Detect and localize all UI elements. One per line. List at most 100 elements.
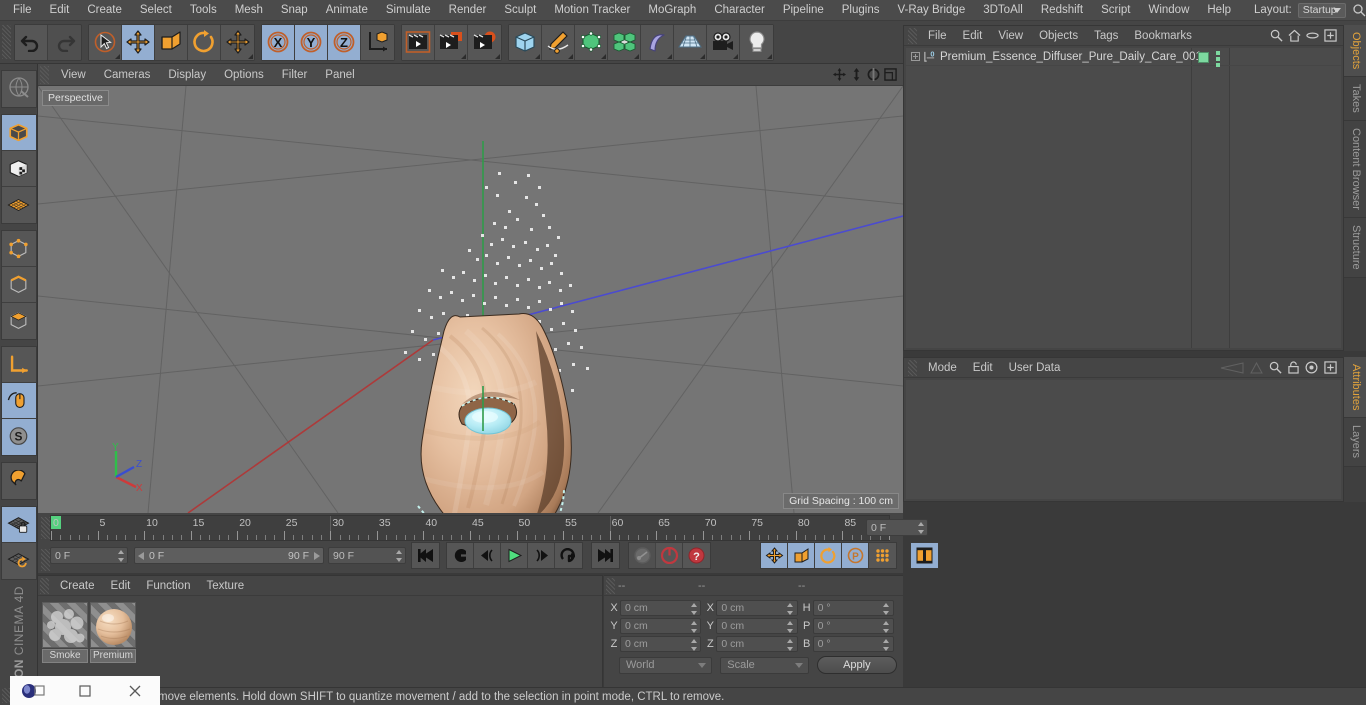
spinner-icon[interactable] bbox=[690, 603, 697, 615]
tab-layers[interactable]: Layers bbox=[1344, 418, 1366, 467]
cube-button[interactable] bbox=[509, 24, 542, 60]
maximize-icon[interactable] bbox=[60, 676, 110, 705]
menu-item-select[interactable]: Select bbox=[131, 0, 181, 21]
range-left-arrow-icon[interactable] bbox=[138, 551, 146, 560]
tab-attributes[interactable]: Attributes bbox=[1344, 357, 1366, 419]
polygons-mode-button[interactable] bbox=[1, 303, 36, 339]
render-settings-button[interactable] bbox=[468, 24, 501, 60]
tab-structure[interactable]: Structure bbox=[1344, 217, 1366, 278]
spinner-icon[interactable] bbox=[883, 603, 890, 615]
material-item-smoke[interactable]: Smoke bbox=[42, 602, 88, 663]
tab-objects[interactable]: Objects bbox=[1344, 25, 1366, 78]
apply-button[interactable]: Apply bbox=[816, 656, 897, 674]
dolly-view-icon[interactable] bbox=[850, 68, 863, 81]
spinner-icon[interactable] bbox=[117, 550, 124, 562]
spinner-icon[interactable] bbox=[395, 550, 402, 562]
spinner-icon[interactable] bbox=[917, 522, 924, 534]
floor-environment-button[interactable] bbox=[674, 24, 707, 60]
menu-item-redshift[interactable]: Redshift bbox=[1032, 0, 1092, 21]
scale-key-button[interactable] bbox=[788, 543, 815, 568]
pen-spline-button[interactable] bbox=[542, 24, 575, 60]
expand-toggle-icon[interactable] bbox=[911, 52, 920, 61]
coordinate-system-dropdown[interactable]: World bbox=[619, 656, 713, 674]
object-menu-objects[interactable]: Objects bbox=[1031, 26, 1086, 46]
tab-takes[interactable]: Takes bbox=[1344, 77, 1366, 122]
viewport-menu-options[interactable]: Options bbox=[215, 64, 273, 86]
rotate-view-icon[interactable] bbox=[867, 68, 880, 81]
menu-item-snap[interactable]: Snap bbox=[272, 0, 317, 21]
axis-x-button[interactable]: X bbox=[262, 24, 295, 60]
rotation-key-button[interactable] bbox=[815, 543, 842, 568]
menu-item-simulate[interactable]: Simulate bbox=[377, 0, 440, 21]
current-frame-field[interactable]: 0 F bbox=[866, 519, 928, 536]
spinner-icon[interactable] bbox=[690, 639, 697, 651]
frame-back-key-button[interactable] bbox=[447, 543, 474, 568]
attribute-menu-user-data[interactable]: User Data bbox=[1001, 358, 1069, 378]
menu-item-pipeline[interactable]: Pipeline bbox=[774, 0, 833, 21]
live-selection-button[interactable] bbox=[89, 24, 122, 60]
bend-deformer-button[interactable] bbox=[641, 24, 674, 60]
menu-item-mesh[interactable]: Mesh bbox=[226, 0, 272, 21]
record-active-objects-button[interactable] bbox=[629, 543, 656, 568]
menu-item-render[interactable]: Render bbox=[440, 0, 496, 21]
object-manager-grip[interactable] bbox=[908, 27, 917, 44]
menu-item-plugins[interactable]: Plugins bbox=[833, 0, 889, 21]
frame-back-button[interactable] bbox=[474, 543, 501, 568]
undo-button[interactable] bbox=[15, 24, 48, 60]
range-right-arrow-icon[interactable] bbox=[312, 551, 320, 560]
move-tool-button[interactable] bbox=[122, 24, 155, 60]
material-thumbnail-smoke[interactable] bbox=[42, 602, 88, 648]
spinner-icon[interactable] bbox=[883, 621, 890, 633]
viewport-menu-view[interactable]: View bbox=[52, 64, 95, 86]
object-menu-file[interactable]: File bbox=[920, 26, 955, 46]
object-layer-dots[interactable] bbox=[1216, 51, 1220, 67]
spinner-icon[interactable] bbox=[787, 621, 794, 633]
coordinates-grip[interactable] bbox=[606, 577, 615, 594]
keyframe-selection-button[interactable]: ? bbox=[683, 543, 710, 568]
toolbar-grip[interactable] bbox=[2, 25, 11, 59]
param-key-button[interactable]: P bbox=[842, 543, 869, 568]
enable-axis-modification-button[interactable] bbox=[1, 347, 36, 383]
home-icon[interactable] bbox=[1288, 29, 1301, 42]
mograph-array-button[interactable] bbox=[608, 24, 641, 60]
forward-icon[interactable] bbox=[1250, 361, 1263, 374]
field-pos-x[interactable]: 0 cm bbox=[620, 600, 702, 616]
menu-item-window[interactable]: Window bbox=[1139, 0, 1198, 21]
spinner-icon[interactable] bbox=[787, 639, 794, 651]
make-editable-button[interactable] bbox=[1, 71, 36, 107]
menu-item-help[interactable]: Help bbox=[1198, 0, 1240, 21]
camera-button[interactable] bbox=[707, 24, 740, 60]
go-to-start-button[interactable] bbox=[412, 543, 439, 568]
material-grip[interactable] bbox=[40, 577, 49, 594]
object-menu-edit[interactable]: Edit bbox=[955, 26, 991, 46]
maximize-view-icon[interactable] bbox=[884, 68, 897, 81]
points-mode-button[interactable] bbox=[1, 231, 36, 267]
menu-item-create[interactable]: Create bbox=[78, 0, 131, 21]
field-pos-z[interactable]: 0 cm bbox=[620, 636, 702, 652]
attribute-manager-grip[interactable] bbox=[908, 359, 917, 376]
enable-snapping-button[interactable] bbox=[1, 383, 36, 419]
object-material-tag[interactable] bbox=[1198, 52, 1209, 63]
play-button[interactable] bbox=[501, 543, 528, 568]
material-thumbnail-premium[interactable] bbox=[90, 602, 136, 648]
move-alt-tool-button[interactable] bbox=[221, 24, 254, 60]
timeline-grip[interactable] bbox=[41, 517, 50, 539]
menu-item-script[interactable]: Script bbox=[1092, 0, 1139, 21]
spinner-icon[interactable] bbox=[787, 603, 794, 615]
lock-workplane-button[interactable] bbox=[1, 507, 36, 543]
field-size-z[interactable]: 0 cm bbox=[716, 636, 798, 652]
frame-forward-button[interactable] bbox=[528, 543, 555, 568]
expand-icon[interactable] bbox=[1324, 29, 1337, 42]
object-name[interactable]: Premium_Essence_Diffuser_Pure_Daily_Care… bbox=[940, 51, 1202, 63]
search-icon[interactable] bbox=[1270, 29, 1283, 42]
timeline-ruler[interactable]: 051015202530354045505560657075808590 bbox=[50, 515, 890, 541]
workplane-rotate-button[interactable] bbox=[1, 543, 36, 579]
menu-item-motion-tracker[interactable]: Motion Tracker bbox=[545, 0, 639, 21]
target-icon[interactable] bbox=[1305, 361, 1318, 374]
ellipse-icon[interactable] bbox=[1306, 29, 1319, 42]
magnet-button[interactable] bbox=[1, 463, 36, 499]
viewport-solo-button[interactable]: S bbox=[1, 419, 36, 455]
attribute-menu-edit[interactable]: Edit bbox=[965, 358, 1001, 378]
spinner-icon[interactable] bbox=[690, 621, 697, 633]
material-menu-function[interactable]: Function bbox=[138, 576, 198, 596]
